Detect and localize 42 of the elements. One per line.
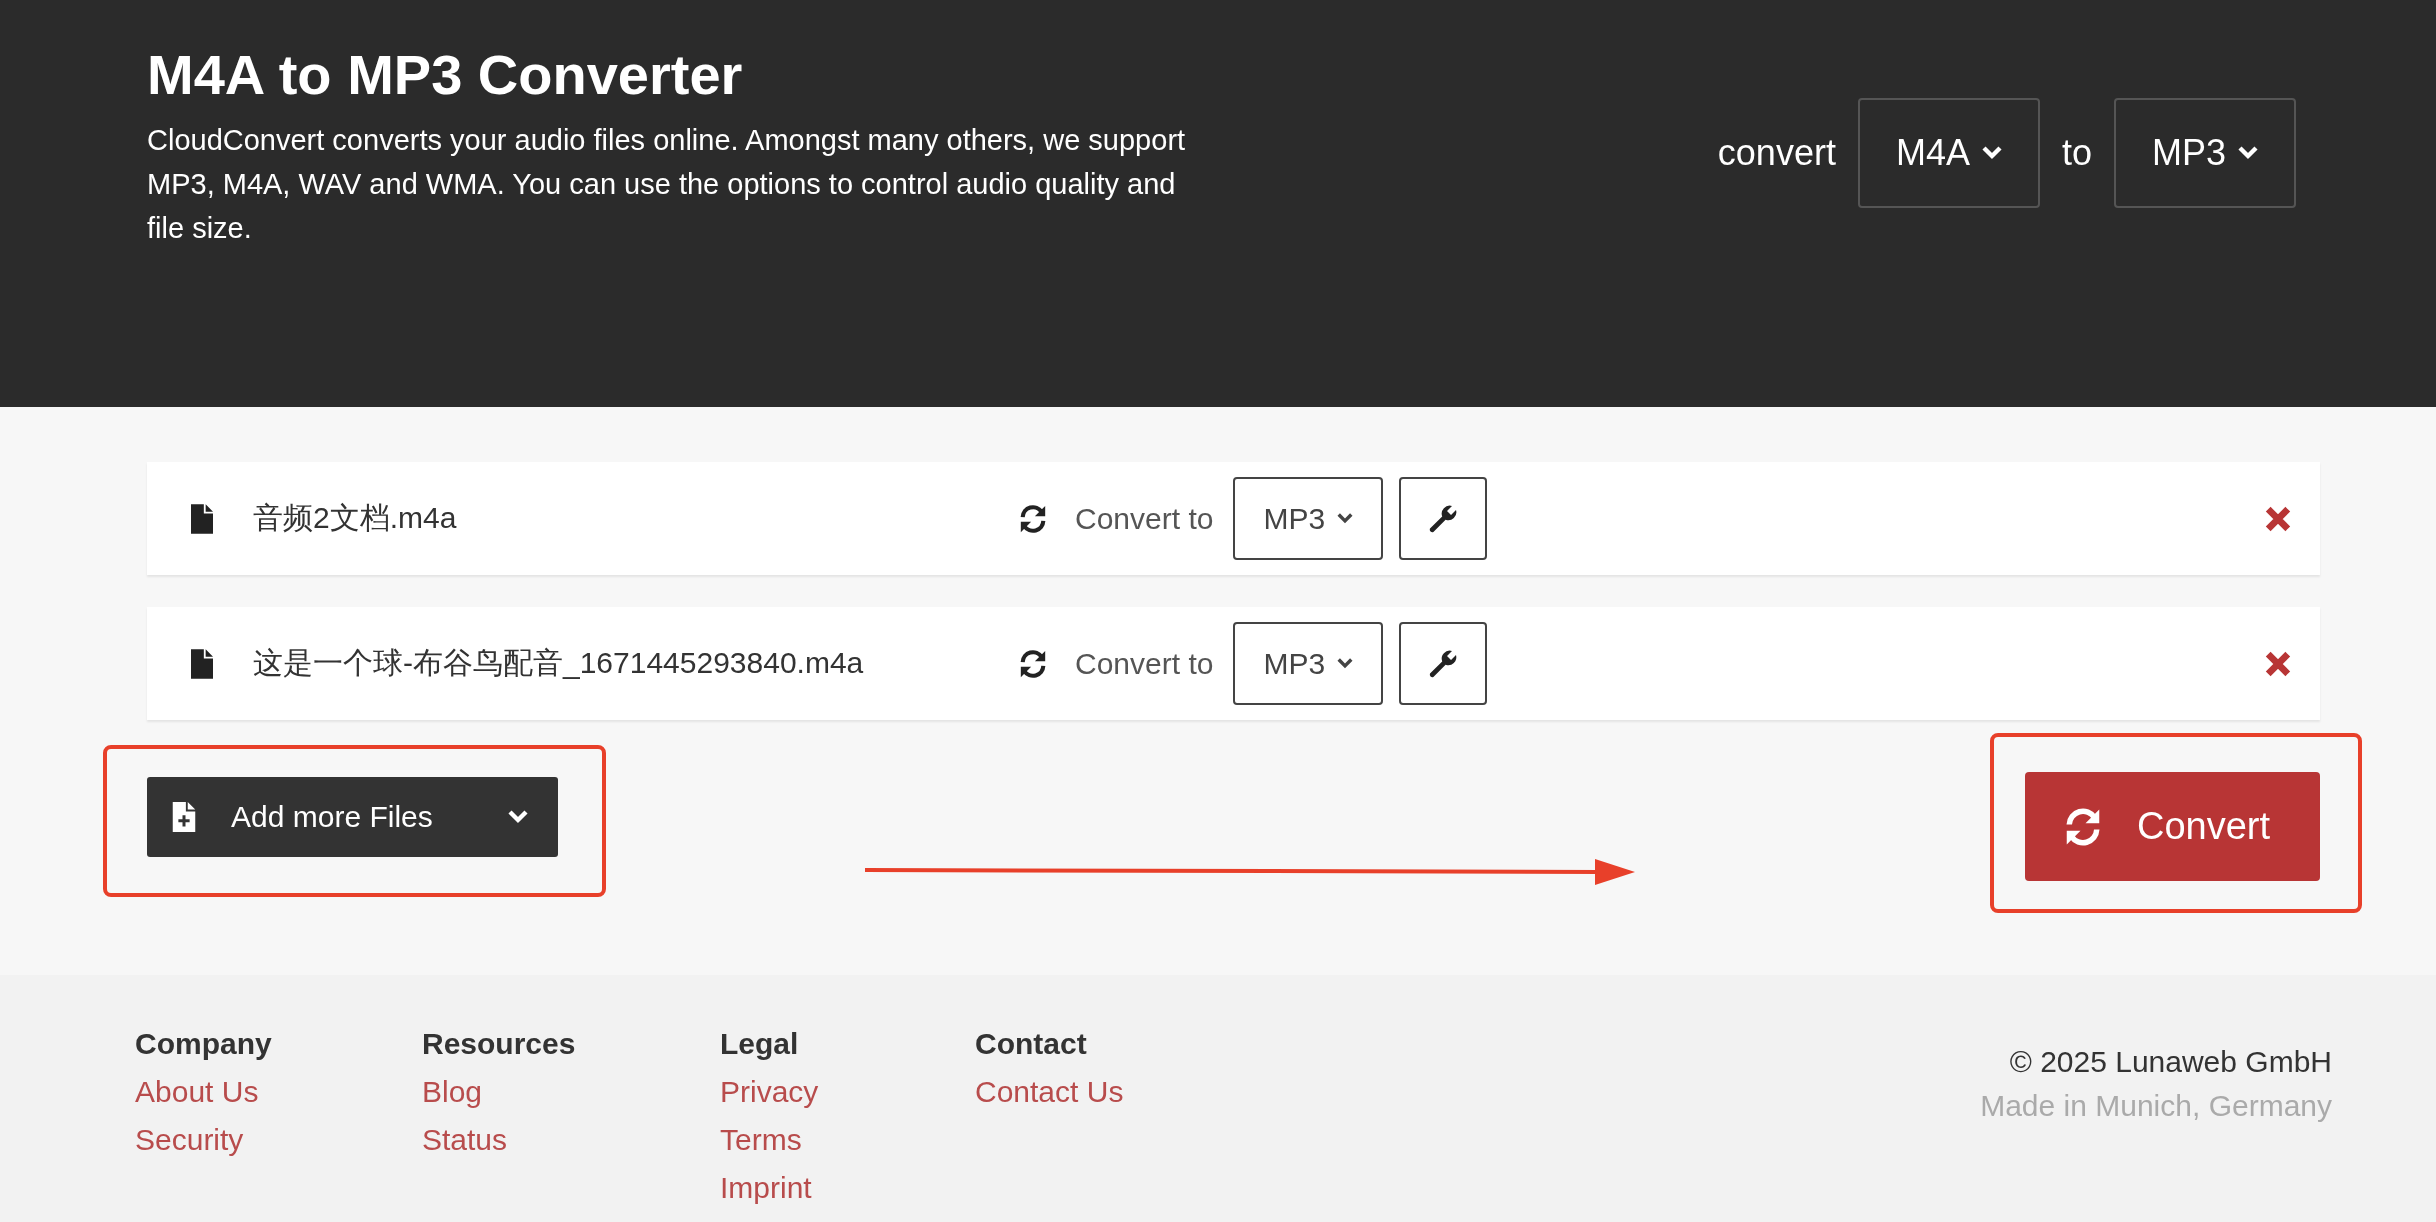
file-name: 音频2文档.m4a <box>253 500 458 536</box>
close-icon[interactable] <box>2264 504 2292 533</box>
location-text: Made in Munich, Germany <box>1980 1089 2332 1123</box>
convert-to-label: Convert to <box>1075 646 1214 681</box>
add-files-button[interactable]: Add more Files <box>147 776 558 857</box>
page-title: M4A to MP3 Converter <box>147 42 744 108</box>
caret-icon <box>508 809 528 824</box>
refresh-icon[interactable] <box>1018 503 1048 534</box>
footer-heading: Contact <box>975 1027 1088 1061</box>
refresh-icon[interactable] <box>1018 648 1048 679</box>
to-label: to <box>2061 132 2092 174</box>
caret-icon <box>2238 146 2258 160</box>
convert-to-label: Convert to <box>1075 501 1214 536</box>
convert-label: convert <box>1717 132 1836 174</box>
format-dropdown[interactable]: MP3 <box>1233 477 1384 560</box>
format-dropdown[interactable]: MP3 <box>1233 622 1384 705</box>
format-dropdown[interactable]: MP3 <box>2113 98 2296 208</box>
footer-link[interactable]: Imprint <box>720 1171 975 1205</box>
footer-heading: Company <box>135 1027 273 1061</box>
footer-link[interactable]: Security <box>135 1123 422 1157</box>
footer-link[interactable]: Privacy <box>720 1075 975 1109</box>
settings-button[interactable] <box>1399 477 1488 560</box>
footer-link[interactable]: Contact Us <box>975 1075 1124 1109</box>
footer-link[interactable]: Blog <box>422 1075 720 1109</box>
settings-button[interactable] <box>1399 622 1488 705</box>
caret-icon <box>1981 146 2002 160</box>
convert-button[interactable]: Convert <box>2025 772 2320 881</box>
caret-icon <box>1337 513 1354 524</box>
footer-link[interactable]: Terms <box>720 1123 975 1157</box>
description: CloudConvert converts your audio files online. Amongst many others, we support MP3, M4A, WAV and WMA. You can use the options to control audio quality and file size. <box>147 123 1187 246</box>
file-icon <box>191 503 213 534</box>
caret-icon <box>1337 658 1354 669</box>
file-icon <box>191 648 213 679</box>
footer-heading: Legal <box>720 1027 800 1061</box>
file-plus-icon <box>171 801 197 832</box>
footer-link[interactable]: Status <box>422 1123 720 1157</box>
copyright-text: © 2025 Lunaweb GmbH <box>2009 1045 2332 1079</box>
footer-heading: Resources <box>422 1027 577 1061</box>
close-icon[interactable] <box>2264 649 2292 678</box>
footer-link[interactable]: About Us <box>135 1075 422 1109</box>
format-dropdown[interactable]: M4A <box>1857 98 2040 208</box>
file-name: 这是一个球-布谷鸟配音_1671445293840.m4a <box>253 645 865 681</box>
